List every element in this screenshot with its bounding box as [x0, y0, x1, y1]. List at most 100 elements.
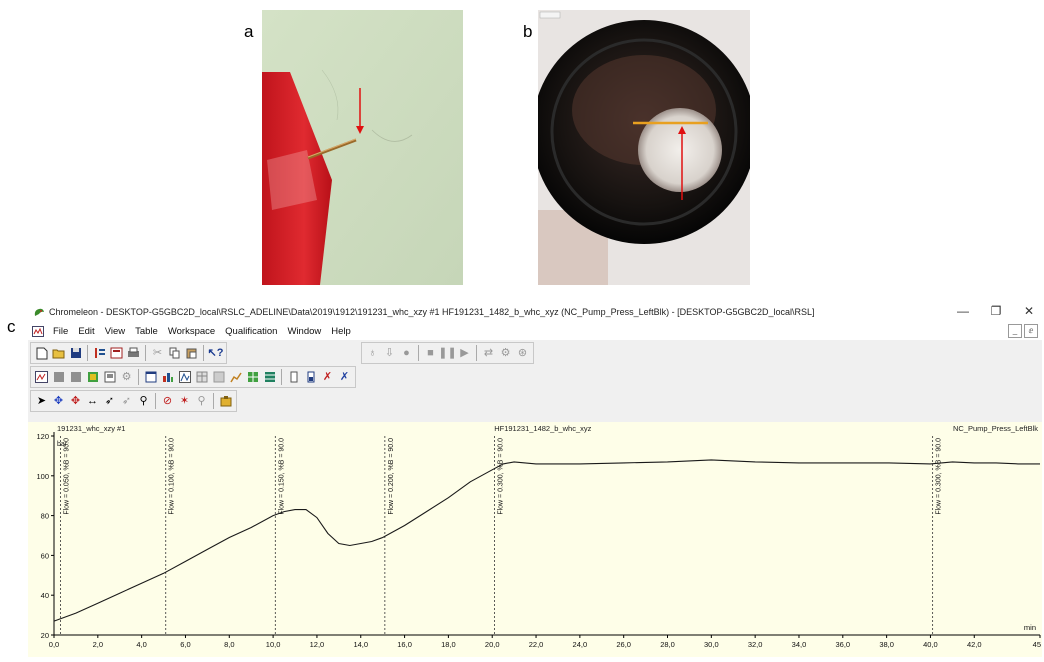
toolbar-separator: [145, 345, 146, 361]
delete-peak-icon[interactable]: ⊘: [160, 394, 175, 409]
move-cross-icon[interactable]: ✥: [51, 394, 66, 409]
x-tick-label: 36,0: [835, 640, 850, 649]
report-icon[interactable]: [109, 346, 124, 361]
save-icon[interactable]: [68, 346, 83, 361]
toolbar-separator: [155, 393, 156, 409]
menu-bar: File Edit View Table Workspace Qualifica…: [28, 322, 1042, 340]
x-tick-label: 8,0: [224, 640, 234, 649]
x-tick-label: 12,0: [310, 640, 325, 649]
record-icon[interactable]: ●: [399, 346, 414, 361]
vial-icon[interactable]: [286, 370, 301, 385]
horizontal-split-icon[interactable]: ↔: [85, 394, 100, 409]
print-icon[interactable]: [126, 346, 141, 361]
toolbar-separator: [138, 369, 139, 385]
pressure-chart[interactable]: 191231_whc_xzy #1 HF191231_1482_b_whc_xyz…: [28, 422, 1042, 657]
pointer-disabled-icon[interactable]: ➶: [119, 394, 134, 409]
copy-icon[interactable]: [167, 346, 182, 361]
play-icon[interactable]: ▶: [457, 346, 472, 361]
photo-capillary-tip: [262, 10, 463, 285]
y-tick-label: 120: [36, 432, 49, 441]
event-marker-label: Flow = 0.200, %B = 90.0: [388, 438, 395, 515]
menu-workspace[interactable]: Workspace: [163, 326, 220, 337]
help-pointer-icon[interactable]: ↖?: [208, 346, 224, 361]
menu-edit[interactable]: Edit: [73, 326, 99, 337]
swap-icon[interactable]: ⇄: [481, 346, 496, 361]
x-tick-label: 38,0: [879, 640, 894, 649]
gray-block-icon[interactable]: [68, 370, 83, 385]
open-folder-icon[interactable]: [51, 346, 66, 361]
mdi-restore-button[interactable]: ⅇ: [1024, 324, 1038, 338]
chart-header-left: 191231_whc_xzy #1: [57, 424, 125, 433]
y-tick-label: 60: [41, 551, 49, 560]
menu-window[interactable]: Window: [282, 326, 326, 337]
event-marker-label: Flow = 0.300, %B = 90.0: [497, 438, 504, 515]
minimize-button[interactable]: —: [953, 304, 973, 318]
paste-icon[interactable]: [184, 346, 199, 361]
pin-blue-icon[interactable]: ✗: [337, 370, 352, 385]
chromeleon-app-icon: [34, 308, 44, 316]
stop-icon[interactable]: ■: [423, 346, 438, 361]
monitor-icon[interactable]: ⊛: [515, 346, 530, 361]
x-tick-label: 10,0: [266, 640, 281, 649]
magnifier-icon[interactable]: ⚲: [136, 394, 151, 409]
instrument-icon[interactable]: ⚙: [498, 346, 513, 361]
close-button[interactable]: ✕: [1019, 304, 1039, 318]
trend-icon[interactable]: [228, 370, 243, 385]
chart-header-center: HF191231_1482_b_whc_xyz: [494, 424, 591, 433]
cut-icon[interactable]: ✂: [150, 346, 165, 361]
zoom-disabled-icon[interactable]: ⚲: [194, 394, 209, 409]
table-icon[interactable]: [194, 370, 209, 385]
chromatogram-panel[interactable]: 191231_whc_xzy #1 HF191231_1482_b_whc_xyz…: [28, 422, 1042, 657]
select-pointer-icon[interactable]: ➤: [34, 394, 49, 409]
inject-icon[interactable]: ♁: [365, 346, 380, 361]
title-bar: Chromeleon - DESKTOP-G5GBC2D_local\RSLC_…: [28, 302, 1042, 322]
y-tick-label: 80: [41, 512, 49, 521]
x-tick-label: 20,0: [485, 640, 500, 649]
x-unit-label: min: [1024, 623, 1036, 632]
layout-icon[interactable]: [102, 370, 117, 385]
pin-icon[interactable]: ✗: [320, 370, 335, 385]
gray-block-icon[interactable]: [51, 370, 66, 385]
event-marker-label: Flow = 0.300, %B = 90.0: [936, 438, 943, 515]
x-tick-label: 40,0: [923, 640, 938, 649]
toolbar-standard: ✂ ↖?: [30, 342, 227, 364]
pointer-dark-icon[interactable]: ➶: [102, 394, 117, 409]
menu-view[interactable]: View: [100, 326, 130, 337]
menu-table[interactable]: Table: [130, 326, 163, 337]
toolbar-separator: [87, 345, 88, 361]
step-icon[interactable]: ⇩: [382, 346, 397, 361]
grid-gray-icon[interactable]: [211, 370, 226, 385]
split-peak-icon[interactable]: ✶: [177, 394, 192, 409]
bar-chart-icon[interactable]: [160, 370, 175, 385]
x-tick-label: 4,0: [136, 640, 146, 649]
x-tick-label: 16,0: [397, 640, 412, 649]
x-tick-label: 42,0: [967, 640, 982, 649]
toolbar-separator: [203, 345, 204, 361]
chromatogram-icon[interactable]: [34, 370, 49, 385]
window-icon[interactable]: [143, 370, 158, 385]
menu-qualification[interactable]: Qualification: [220, 326, 282, 337]
pressure-trace: [53, 459, 1040, 622]
settings-disabled-icon[interactable]: ⚙: [119, 370, 134, 385]
spectrum-icon[interactable]: [177, 370, 192, 385]
pause-icon[interactable]: ❚❚: [438, 346, 456, 361]
x-tick-label: 32,0: [748, 640, 763, 649]
restore-button[interactable]: ❐: [986, 304, 1006, 318]
document-chart-icon[interactable]: [32, 325, 44, 337]
properties-icon[interactable]: [218, 394, 233, 409]
new-file-icon[interactable]: [34, 346, 49, 361]
x-tick-label: 45: [1033, 640, 1041, 649]
event-marker-label: Flow = 0.100, %B = 90.0: [169, 438, 176, 515]
y-tick-label: 40: [41, 591, 49, 600]
menu-help[interactable]: Help: [326, 326, 356, 337]
mdi-minimize-button[interactable]: _: [1008, 324, 1022, 338]
x-tick-label: 26,0: [616, 640, 631, 649]
batch-table-icon[interactable]: [262, 370, 277, 385]
vertical-split-icon[interactable]: ✥: [68, 394, 83, 409]
peak-table-icon[interactable]: [85, 370, 100, 385]
menu-file[interactable]: File: [48, 326, 73, 337]
green-grid-icon[interactable]: [245, 370, 260, 385]
vial-filled-icon[interactable]: [303, 370, 318, 385]
sort-icon[interactable]: [92, 346, 107, 361]
window-title: Chromeleon - DESKTOP-G5GBC2D_local\RSLC_…: [49, 307, 815, 317]
